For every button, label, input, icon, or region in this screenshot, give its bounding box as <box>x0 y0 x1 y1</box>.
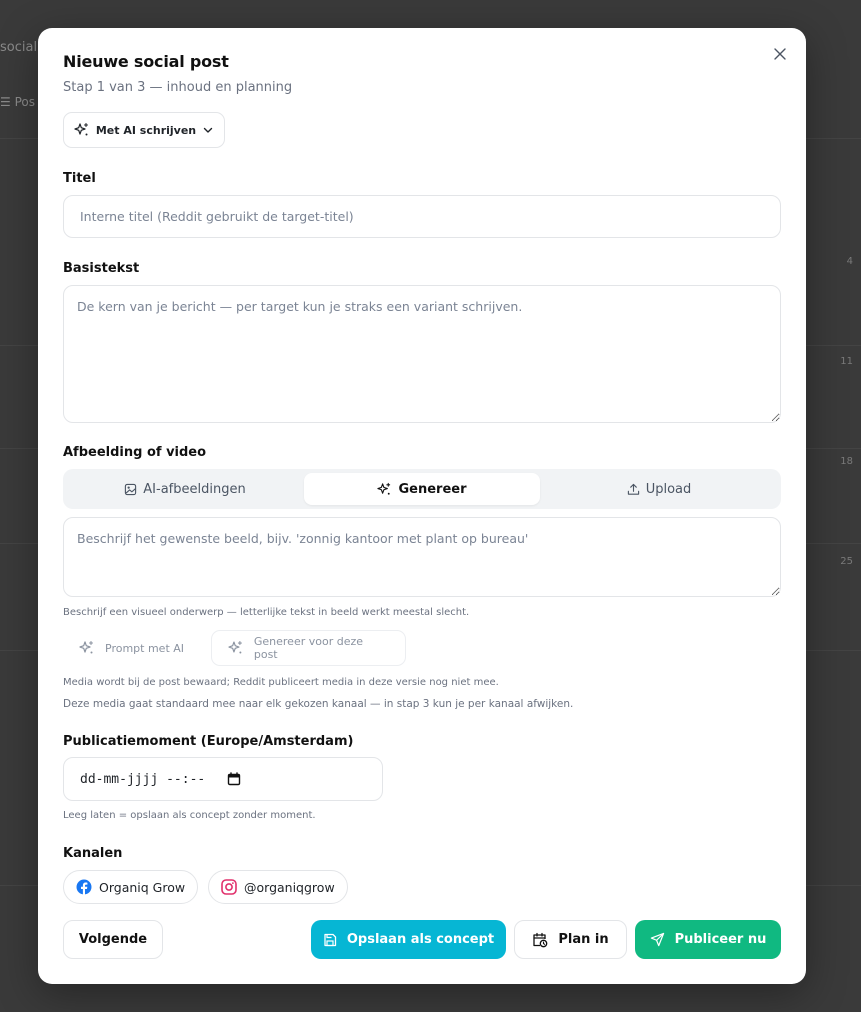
tab-generate[interactable]: Genereer <box>304 473 540 505</box>
modal-subtitle: Stap 1 van 3 — inhoud en planning <box>63 80 293 95</box>
calendar-day-number: 18 <box>840 456 853 467</box>
new-post-modal: Nieuwe social post Stap 1 van 3 — inhoud… <box>38 28 806 984</box>
background-heading: social <box>0 40 38 55</box>
image-icon <box>125 483 137 495</box>
save-icon <box>324 933 336 946</box>
calendar-icon[interactable] <box>227 772 241 786</box>
sparkles-icon <box>74 122 88 136</box>
sparkles-icon <box>377 482 391 495</box>
body-text-input[interactable] <box>63 285 781 423</box>
tab-ai-images[interactable]: AI-afbeeldingen <box>67 473 303 505</box>
body-text-label: Basistekst <box>63 261 140 276</box>
calendar-day-number: 25 <box>840 556 853 567</box>
sparkles-icon <box>228 641 242 654</box>
instagram-icon <box>221 879 237 895</box>
next-button-label: Volgende <box>78 932 148 947</box>
image-prompt-input[interactable] <box>63 517 781 597</box>
close-icon <box>774 48 786 60</box>
calendar-day-number: 4 <box>846 256 853 267</box>
channel-chip-instagram[interactable]: @organiqgrow <box>208 870 348 904</box>
save-draft-label: Opslaan als concept <box>346 932 495 947</box>
tab-ai-images-label: AI-afbeeldingen <box>143 481 246 497</box>
upload-icon <box>627 483 639 495</box>
calendar-day-number: 11 <box>840 356 853 367</box>
schedule-button-label: Plan in <box>558 932 609 947</box>
title-input[interactable] <box>63 195 781 238</box>
schedule-button[interactable]: Plan in <box>514 920 627 959</box>
ai-write-label: Met AI schrijven <box>95 123 197 137</box>
save-draft-button[interactable]: Opslaan als concept <box>311 920 506 959</box>
tab-generate-label: Genereer <box>398 481 467 497</box>
publish-now-button[interactable]: Publiceer nu <box>635 920 781 959</box>
next-button[interactable]: Volgende <box>63 920 163 959</box>
schedule-hint: Leeg laten = opslaan als concept zonder … <box>63 810 316 821</box>
close-button[interactable] <box>770 44 790 64</box>
prompt-with-ai-label: Prompt met AI <box>105 641 185 655</box>
modal-title: Nieuwe social post <box>63 52 229 71</box>
channel-chip-facebook[interactable]: Organiq Grow <box>63 870 199 904</box>
chevron-down-icon <box>203 127 213 133</box>
send-icon <box>650 932 664 947</box>
background-tab: ☰ Pos <box>0 95 35 109</box>
tab-upload-label: Upload <box>645 481 692 497</box>
title-label: Titel <box>63 171 96 186</box>
media-label: Afbeelding of video <box>63 445 207 460</box>
media-note-storage: Media wordt bij de post bewaard; Reddit … <box>63 677 499 688</box>
schedule-label: Publicatiemoment (Europe/Amsterdam) <box>63 734 354 749</box>
facebook-icon <box>76 879 92 895</box>
ai-write-dropdown[interactable]: Met AI schrijven <box>63 112 225 148</box>
media-note-channels: Deze media gaat standaard mee naar elk g… <box>63 698 574 710</box>
schedule-datetime-value: dd-mm-jjjj --:-- <box>80 771 206 787</box>
sparkles-icon <box>79 640 94 654</box>
image-prompt-hint: Beschrijf een visueel onderwerp — letter… <box>63 607 470 618</box>
calendar-clock-icon <box>533 932 548 947</box>
channel-chip-instagram-label: @organiqgrow <box>244 879 335 895</box>
tab-upload[interactable]: Upload <box>541 473 777 505</box>
prompt-with-ai-button[interactable]: Prompt met AI <box>63 630 207 666</box>
schedule-datetime-input[interactable]: dd-mm-jjjj --:-- <box>63 757 383 801</box>
channel-chip-facebook-label: Organiq Grow <box>99 879 186 895</box>
generate-for-post-button[interactable]: Genereer voor deze post <box>211 630 406 666</box>
channels-label: Kanalen <box>63 846 123 861</box>
media-source-tabs: AI-afbeeldingen Genereer Upload <box>63 469 781 509</box>
generate-for-post-label: Genereer voor deze post <box>253 635 364 661</box>
publish-now-label: Publiceer nu <box>674 932 767 947</box>
